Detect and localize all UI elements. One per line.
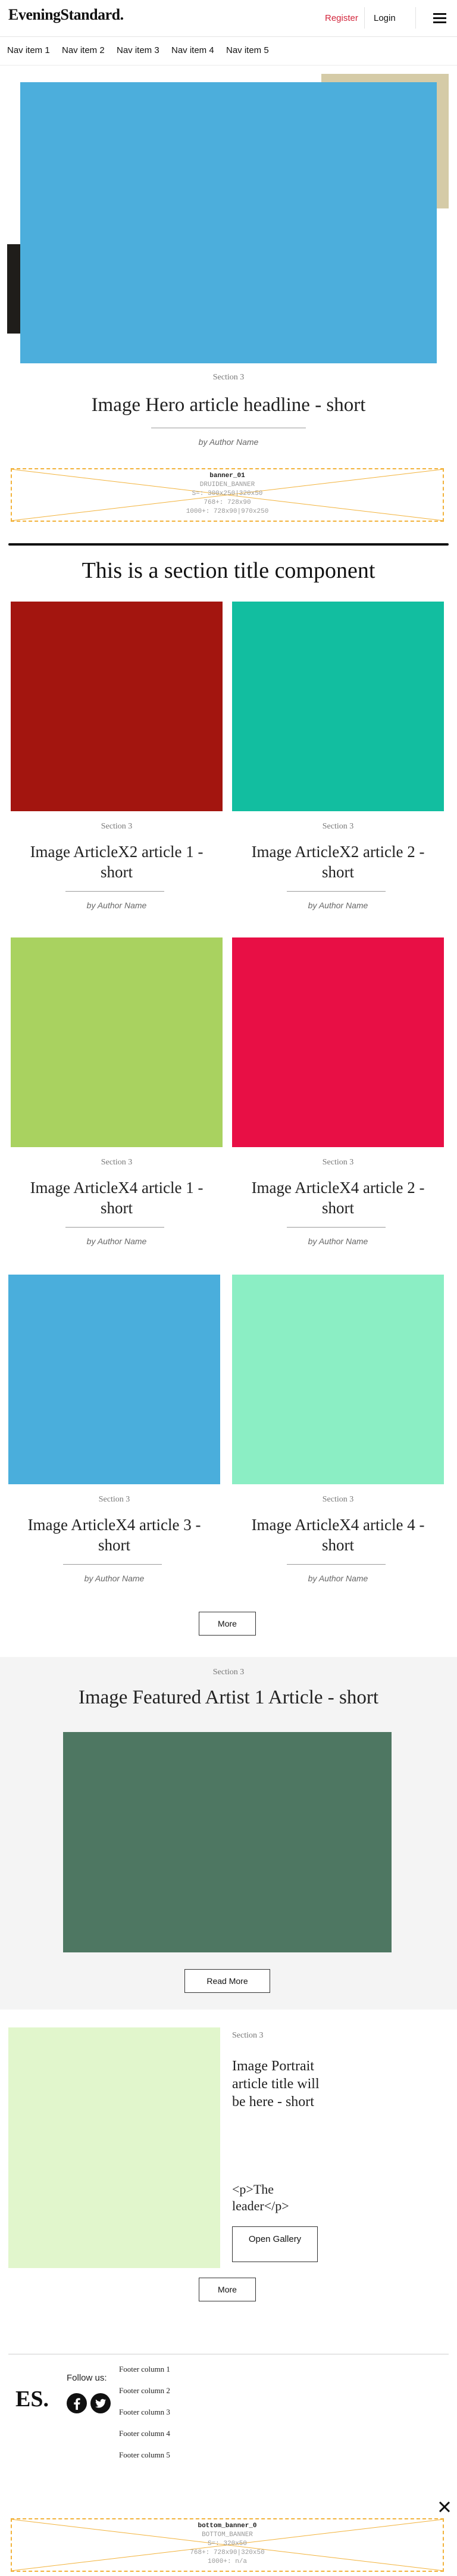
banner-line: 1000+: n/a	[207, 2558, 247, 2565]
footer-column-link[interactable]: Footer column 5	[119, 2450, 170, 2460]
read-more-button[interactable]: Read More	[184, 1969, 270, 1993]
footer-column-link[interactable]: Footer column 3	[119, 2407, 170, 2417]
banner-name: banner_01	[209, 472, 245, 479]
main-nav: Nav item 1 Nav item 2 Nav item 3 Nav ite…	[0, 37, 457, 66]
footer-column-link[interactable]: Footer column 4	[119, 2429, 170, 2438]
nav-item-2[interactable]: Nav item 2	[62, 45, 105, 55]
article-image[interactable]	[11, 602, 223, 811]
banner-line: DRUIDEN_BANNER	[199, 481, 255, 488]
article-section-label[interactable]: Section 3	[11, 1158, 223, 1167]
register-link[interactable]: Register	[325, 13, 358, 23]
article-image[interactable]	[11, 937, 223, 1147]
more-button[interactable]: More	[199, 2278, 256, 2301]
hamburger-menu-icon[interactable]	[433, 13, 446, 24]
portrait-section-label[interactable]: Section 3	[232, 2031, 268, 2041]
article-author[interactable]: by Author Name	[232, 1574, 444, 1583]
article-title[interactable]: Image ArticleX4 article 2 - short	[238, 1178, 438, 1219]
article-title[interactable]: Image ArticleX2 article 2 - short	[238, 842, 438, 883]
banner-line: BOTTOM_BANNER	[202, 2531, 253, 2538]
hero-image[interactable]	[20, 82, 437, 363]
more-button[interactable]: More	[199, 1612, 256, 1636]
follow-us-label: Follow us:	[67, 2373, 107, 2383]
article-rule	[287, 1227, 386, 1228]
article-title[interactable]: Image ArticleX4 article 1 - short	[17, 1178, 217, 1219]
article-section-label[interactable]: Section 3	[11, 822, 223, 831]
portrait-title[interactable]: Image Portrait article title will be her…	[232, 2057, 321, 2111]
article-author[interactable]: by Author Name	[232, 1236, 444, 1246]
hero-decoration-black	[7, 244, 20, 334]
section-divider	[8, 543, 449, 546]
article-section-label[interactable]: Section 3	[232, 822, 444, 831]
banner-line: 768+: 728x90|320x50	[190, 2549, 265, 2556]
article-author[interactable]: by Author Name	[8, 1574, 220, 1583]
section-title: This is a section title component	[82, 558, 375, 583]
article-title[interactable]: Image ArticleX2 article 1 - short	[17, 842, 217, 883]
article-image[interactable]	[232, 937, 444, 1147]
hero-author[interactable]: by Author Name	[0, 437, 457, 447]
article-image[interactable]	[232, 1275, 444, 1484]
article-image[interactable]	[8, 1275, 220, 1484]
portrait-image[interactable]	[8, 2027, 220, 2268]
ad-banner-bottom[interactable]: bottom_banner_0 BOTTOM_BANNER S=: 320x50…	[11, 2518, 444, 2572]
facebook-icon[interactable]	[67, 2393, 87, 2413]
article-image[interactable]	[232, 602, 444, 811]
ad-banner-top[interactable]: banner_01 DRUIDEN_BANNER S=: 300x250|320…	[11, 468, 444, 522]
article-rule	[65, 1227, 164, 1228]
nav-item-4[interactable]: Nav item 4	[171, 45, 214, 55]
banner-info: bottom_banner_0 BOTTOM_BANNER S=: 320x50…	[12, 2522, 443, 2566]
footer-column-link[interactable]: Footer column 2	[119, 2386, 170, 2396]
nav-item-3[interactable]: Nav item 3	[117, 45, 159, 55]
login-link[interactable]: Login	[374, 13, 396, 23]
article-author[interactable]: by Author Name	[232, 901, 444, 910]
banner-name: bottom_banner_0	[198, 2522, 257, 2530]
portrait-leader: <p>The leader</p>	[232, 2182, 289, 2213]
open-gallery-button[interactable]: Open Gallery	[232, 2226, 318, 2262]
nav-item-1[interactable]: Nav item 1	[7, 45, 50, 55]
article-section-label[interactable]: Section 3	[232, 1158, 444, 1167]
nav-item-5[interactable]: Nav item 5	[226, 45, 269, 55]
banner-info: banner_01 DRUIDEN_BANNER S=: 300x250|320…	[12, 472, 443, 516]
article-author[interactable]: by Author Name	[11, 1236, 223, 1246]
header-divider	[415, 7, 416, 29]
banner-line: 1000+: 728x90|970x250	[186, 508, 269, 515]
hero-headline[interactable]: Image Hero article headline - short	[0, 393, 457, 418]
article-title[interactable]: Image ArticleX4 article 3 - short	[14, 1515, 214, 1556]
twitter-icon[interactable]	[90, 2393, 111, 2413]
article-rule	[63, 1564, 162, 1565]
site-logo[interactable]: EveningStandard.	[8, 6, 124, 24]
footer-logo[interactable]: ES.	[15, 2386, 49, 2412]
close-icon[interactable]	[437, 2499, 452, 2515]
banner-line: S=: 320x50	[207, 2540, 247, 2547]
footer-column-link[interactable]: Footer column 1	[119, 2365, 170, 2374]
banner-line: S=: 300x250|320x50	[192, 490, 263, 497]
featured-section-label[interactable]: Section 3	[0, 1668, 457, 1677]
article-author[interactable]: by Author Name	[11, 901, 223, 910]
article-rule	[65, 891, 164, 892]
featured-title[interactable]: Image Featured Artist 1 Article - short	[0, 1686, 457, 1710]
hero-section-label[interactable]: Section 3	[0, 373, 457, 382]
article-title[interactable]: Image ArticleX4 article 4 - short	[238, 1515, 438, 1556]
header-divider	[364, 7, 365, 29]
article-rule	[287, 1564, 386, 1565]
site-header: EveningStandard. Register Login	[0, 0, 457, 37]
banner-line: 768+: 728x90	[204, 499, 251, 506]
featured-image[interactable]	[63, 1732, 392, 1952]
article-rule	[287, 891, 386, 892]
article-section-label[interactable]: Section 3	[232, 1495, 444, 1505]
article-section-label[interactable]: Section 3	[8, 1495, 220, 1505]
